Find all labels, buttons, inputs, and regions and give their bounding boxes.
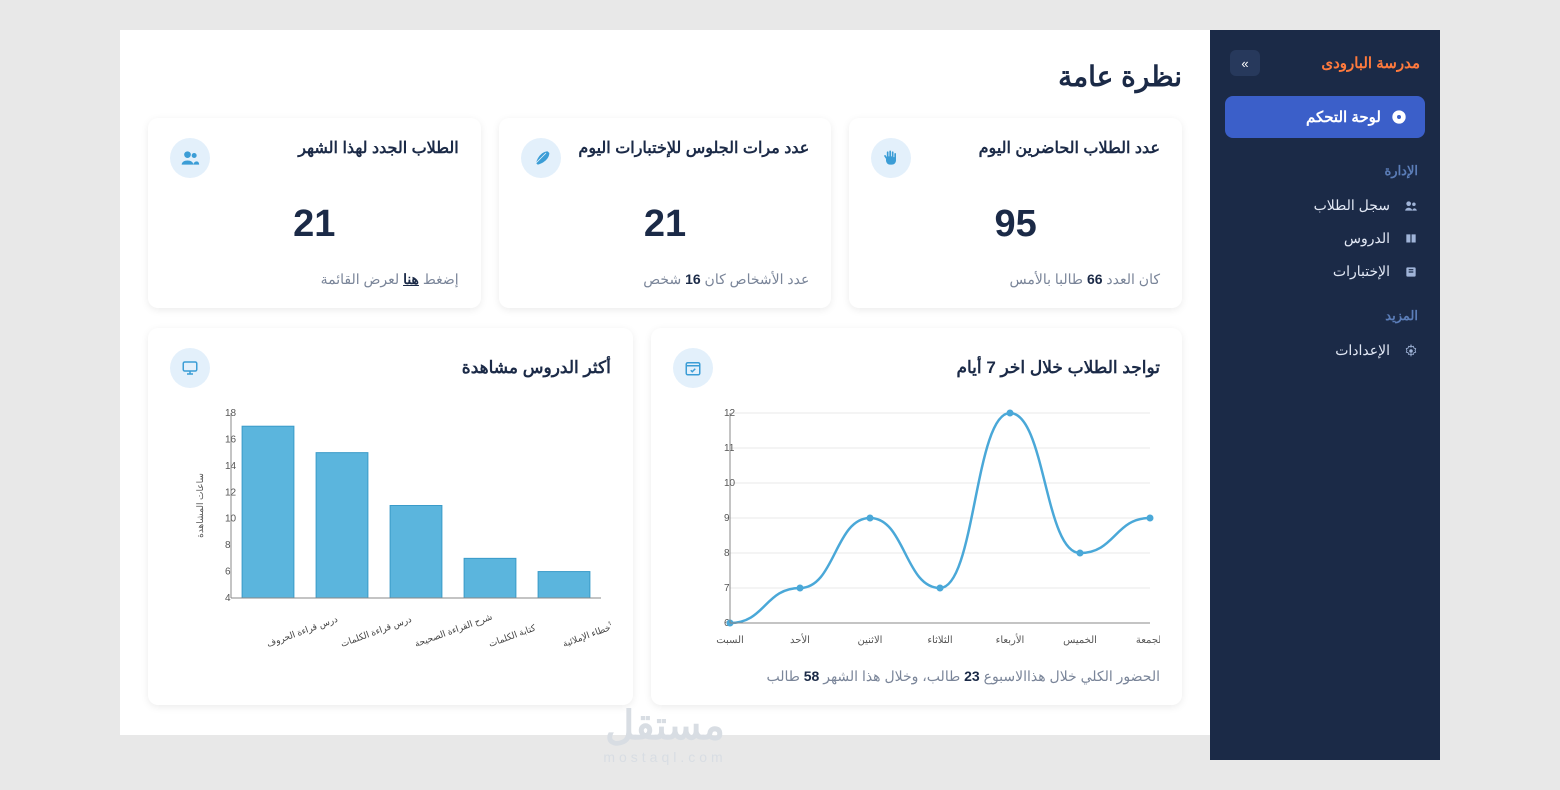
card-value: 21	[521, 203, 810, 246]
line-chart-card: تواجد الطلاب خلال اخر 7 أيام 6789101112ا…	[651, 328, 1182, 705]
svg-text:9: 9	[724, 513, 730, 524]
sidebar-item-label: الإختبارات	[1333, 263, 1390, 280]
card-title: عدد الطلاب الحاضرين اليوم	[979, 138, 1160, 160]
chevron-double-left-icon: »	[1241, 56, 1248, 71]
sidebar-item-exams[interactable]: الإختبارات	[1210, 255, 1440, 288]
gear-icon	[1402, 344, 1418, 358]
svg-text:ساعات المشاهدة: ساعات المشاهدة	[195, 473, 205, 538]
svg-text:الأربعاء: الأربعاء	[996, 634, 1025, 646]
sidebar-item-lessons[interactable]: الدروس	[1210, 222, 1440, 255]
svg-text:السبت: السبت	[716, 635, 744, 646]
line-chart: 6789101112السبتالأحدالاثنينالثلاثاءالأرب…	[673, 403, 1160, 653]
show-list-link[interactable]: هنا	[403, 271, 419, 287]
users-icon	[170, 138, 210, 178]
card-footer: عدد الأشخاص كان 16 شخص	[521, 271, 810, 288]
page-title: نظرة عامة	[148, 60, 1182, 93]
svg-text:8: 8	[225, 540, 231, 551]
monitor-icon	[170, 348, 210, 388]
svg-text:4: 4	[225, 593, 231, 604]
card-exam-sittings: عدد مرات الجلوس للإختبارات اليوم 21 عدد …	[499, 118, 832, 308]
card-students-today: عدد الطلاب الحاضرين اليوم 95 كان العدد 6…	[849, 118, 1182, 308]
bar-chart-card: أكثر الدروس مشاهدة 4681012141618ساعات ال…	[148, 328, 633, 705]
svg-text:درس قراءة الحروف: درس قراءة الحروف	[265, 614, 339, 650]
card-footer: كان العدد 66 طالبا بالأمس	[871, 271, 1160, 288]
svg-text:6: 6	[225, 567, 231, 578]
card-value: 21	[170, 203, 459, 246]
svg-text:11: 11	[724, 443, 735, 454]
sidebar-item-students[interactable]: سجل الطلاب	[1210, 189, 1440, 222]
sidebar-collapse-button[interactable]: »	[1230, 50, 1260, 76]
card-value: 95	[871, 203, 1160, 246]
sidebar-item-label: الدروس	[1344, 230, 1390, 247]
dashboard-icon	[1391, 109, 1407, 125]
main-content: نظرة عامة عدد الطلاب الحاضرين اليوم 95 ك…	[120, 30, 1210, 735]
svg-text:الجمعة: الجمعة	[1136, 635, 1160, 646]
card-footer: إضغط هنا لعرض القائمة	[170, 271, 459, 288]
stat-cards-row: عدد الطلاب الحاضرين اليوم 95 كان العدد 6…	[148, 118, 1182, 308]
svg-text:8: 8	[724, 548, 730, 559]
hand-icon	[871, 138, 911, 178]
card-title: عدد مرات الجلوس للإختبارات اليوم	[578, 138, 809, 160]
svg-text:الاثنين: الاثنين	[858, 635, 883, 646]
card-title: الطلاب الجدد لهذا الشهر	[298, 138, 458, 160]
svg-text:الخميس: الخميس	[1063, 635, 1097, 646]
chart-footer: الحضور الكلي خلال هذاالاسبوع 23 طالب، وخ…	[673, 668, 1160, 685]
sidebar-item-label: الإعدادات	[1335, 342, 1390, 359]
school-name: مدرسة البارودى	[1321, 54, 1420, 72]
book-icon	[1402, 232, 1418, 246]
svg-text:7: 7	[724, 583, 730, 594]
feather-icon	[521, 138, 561, 178]
dashboard-label: لوحة التحكم	[1306, 108, 1381, 126]
svg-text:درس الأخطاء الإملائية: درس الأخطاء الإملائية	[561, 611, 611, 650]
chart-title: أكثر الدروس مشاهدة	[462, 358, 611, 378]
chart-title: تواجد الطلاب خلال اخر 7 أيام	[956, 358, 1160, 378]
svg-text:الثلاثاء: الثلاثاء	[927, 635, 952, 646]
sidebar-item-label: سجل الطلاب	[1314, 197, 1390, 214]
dashboard-button[interactable]: لوحة التحكم	[1225, 96, 1425, 138]
sidebar-item-settings[interactable]: الإعدادات	[1210, 334, 1440, 367]
svg-text:درس قراءة الكلمات: درس قراءة الكلمات	[339, 614, 413, 650]
calendar-check-icon	[673, 348, 713, 388]
charts-row: تواجد الطلاب خلال اخر 7 أيام 6789101112ا…	[148, 328, 1182, 705]
sidebar: مدرسة البارودى » لوحة التحكم الإدارة سجل…	[1210, 30, 1440, 760]
card-new-students: الطلاب الجدد لهذا الشهر 21 إضغط هنا لعرض…	[148, 118, 481, 308]
svg-text:شرح القراءة الصحيحة: شرح القراءة الصحيحة	[413, 612, 494, 650]
section-more-label: المزيد	[1210, 308, 1440, 334]
bar-chart: 4681012141618ساعات المشاهدةدرس قراءة الح…	[170, 403, 611, 653]
section-admin-label: الإدارة	[1210, 163, 1440, 189]
svg-text:كتابة الكلمات: كتابة الكلمات	[487, 622, 537, 648]
users-icon	[1402, 199, 1418, 213]
svg-text:الأحد: الأحد	[790, 634, 810, 646]
test-icon	[1402, 265, 1418, 279]
